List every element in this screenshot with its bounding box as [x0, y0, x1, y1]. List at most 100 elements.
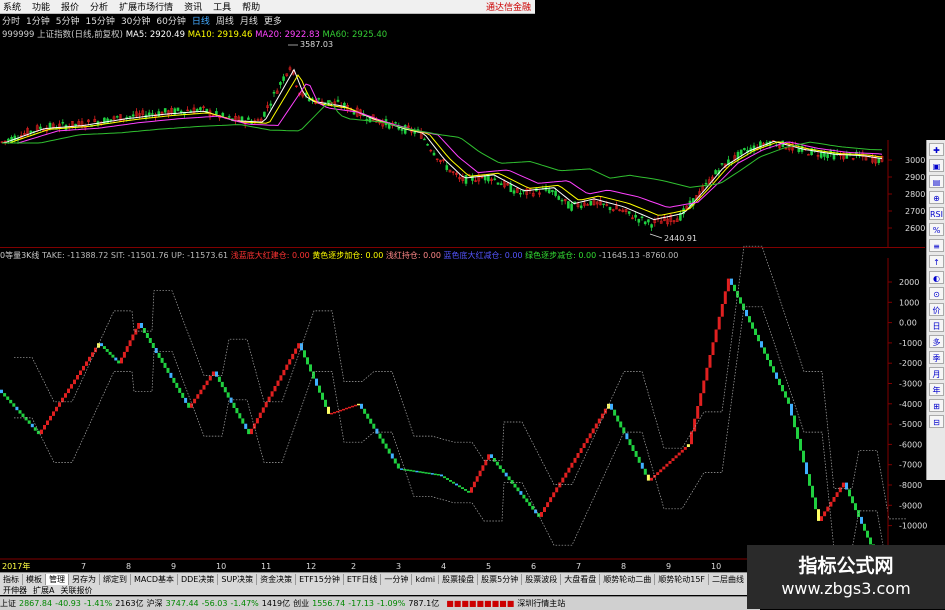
renko-brick [160, 357, 164, 363]
renko-brick [49, 415, 52, 421]
right-toolbar-button-10[interactable]: 价 [929, 303, 944, 316]
right-toolbar-button-6[interactable]: ≡ [929, 239, 944, 252]
renko-brick [817, 509, 820, 521]
indicator-tab-19[interactable]: 二层曲线 [709, 573, 749, 585]
indicator-tab-13[interactable]: 股票操盘 [439, 573, 479, 585]
indicator-tab-18[interactable]: 顺势轮动15F [655, 573, 710, 585]
indicator-tab-11[interactable]: 一分钟 [381, 573, 413, 585]
renko-brick [528, 502, 532, 506]
right-toolbar-button-4[interactable]: RSI [929, 207, 944, 220]
renko-brick [662, 466, 666, 470]
right-toolbar-button-1[interactable]: ▣ [929, 159, 944, 172]
right-toolbar-button-16[interactable]: ⊞ [929, 399, 944, 412]
renko-brick [348, 406, 351, 409]
candle-body [221, 112, 225, 117]
candle-body [634, 214, 637, 218]
right-toolbar-button-0[interactable]: ✚ [929, 143, 944, 156]
indicator-tab-1[interactable]: 模板 [23, 573, 46, 585]
right-toolbar-button-3[interactable]: ⊕ [929, 191, 944, 204]
date-axis-label: 9 [666, 562, 671, 571]
kline-chart[interactable]: 3587.03 2440.91 3000 2900 2800 2700 2600 2000 1… [0, 0, 945, 609]
renko-brick [76, 375, 79, 380]
right-toolbar-button-11[interactable]: 日 [929, 319, 944, 332]
axes: 3000 2900 2800 2700 2600 2000 1000 0.00 -1000 -20… [2, 140, 927, 571]
candle-body [714, 170, 717, 175]
renko-brick [279, 375, 283, 381]
renko-brick [258, 412, 262, 418]
renko-brick [607, 403, 610, 409]
indicator-tab-4[interactable]: 绑定到 [100, 573, 131, 585]
renko-brick [510, 480, 514, 484]
indicator-tab-17[interactable]: 顺势轮动二曲 [600, 573, 656, 585]
candle-body [567, 201, 570, 209]
right-toolbar-button-12[interactable]: 多 [929, 335, 944, 348]
indicator-tab-8[interactable]: 资金决策 [257, 573, 297, 585]
renko-brick [117, 360, 121, 364]
renko-brick [238, 413, 242, 419]
renko-brick [668, 461, 672, 464]
renko-brick [790, 403, 793, 416]
renko-brick [573, 457, 577, 463]
candle-body [547, 189, 551, 194]
renko-brick [582, 443, 586, 448]
renko-brick [838, 487, 842, 493]
renko-brick [52, 411, 55, 416]
renko-brick [823, 511, 827, 517]
right-toolbar-button-9[interactable]: ⊙ [929, 287, 944, 300]
renko-brick [516, 487, 520, 492]
renko-brick [751, 322, 754, 329]
indicator-tab-14[interactable]: 股票5分钟 [478, 573, 523, 585]
renko-indicator-pane [0, 245, 907, 580]
renko-brick [199, 389, 203, 395]
renko-brick [288, 359, 292, 365]
renko-brick [766, 353, 769, 360]
candle-body [493, 178, 497, 180]
candle-body [128, 116, 132, 118]
right-toolbar-button-13[interactable]: 季 [929, 351, 944, 364]
right-toolbar-button-7[interactable]: ↑ [929, 255, 944, 268]
right-toolbar-button-5[interactable]: % [929, 223, 944, 236]
indicator-tab-2[interactable]: 管理 [46, 573, 69, 585]
renko-brick [381, 438, 385, 444]
renko-brick [418, 471, 422, 473]
indicator-tab-5[interactable]: MACD基本 [131, 573, 178, 585]
right-toolbar-button-15[interactable]: 年 [929, 383, 944, 396]
renko-brick [250, 428, 253, 435]
indicator-tab-9[interactable]: ETF15分钟 [296, 573, 344, 585]
renko-brick [475, 476, 479, 482]
renko-brick [555, 487, 559, 493]
renko-brick [415, 470, 419, 473]
renko-brick [303, 350, 306, 358]
right-toolbar-button-14[interactable]: 月 [929, 367, 944, 380]
candle-body [432, 152, 436, 156]
indicator-tab-15[interactable]: 股票波段 [522, 573, 562, 585]
renko-brick [543, 507, 546, 512]
right-toolbar-button-2[interactable]: ▤ [929, 175, 944, 188]
renko-brick [449, 480, 452, 482]
indicator-tab-16[interactable]: 大盘看盘 [561, 573, 601, 585]
right-toolbar-button-8[interactable]: ◐ [929, 271, 944, 284]
renko-brick [24, 417, 28, 421]
indicator-tab-7[interactable]: SUP决策 [218, 573, 258, 585]
indicator-tab-0[interactable]: 指标 [0, 573, 23, 585]
right-toolbar-button-17[interactable]: ⊟ [929, 415, 944, 428]
indicator-tab-12[interactable]: kdmi [412, 574, 440, 584]
sub-axis-tick-label: -7000 [899, 461, 922, 470]
renko-brick [775, 372, 778, 379]
renko-brick [472, 481, 476, 488]
indicator-tab-3[interactable]: 另存为 [69, 573, 100, 585]
indicator-tab-10[interactable]: ETF日线 [344, 573, 382, 585]
sub-axis-tick-label: -3000 [899, 380, 922, 389]
renko-brick [421, 471, 425, 474]
date-axis-label: 3 [396, 562, 401, 571]
sub-tab-expander[interactable]: 开伸器 [0, 585, 30, 596]
indicator-tab-6[interactable]: DDE决策 [178, 573, 219, 585]
main-price-pane: 3587.03 2440.91 [0, 0, 926, 243]
sub-axis-tick-label: -9000 [899, 501, 922, 510]
renko-brick [717, 316, 721, 330]
renko-brick [102, 346, 106, 349]
sub-tab-related-quote[interactable]: 关联报价 [57, 585, 95, 596]
renko-brick [255, 418, 259, 424]
sub-tab-ext-a[interactable]: 扩展A [30, 585, 57, 596]
renko-brick [534, 509, 538, 514]
